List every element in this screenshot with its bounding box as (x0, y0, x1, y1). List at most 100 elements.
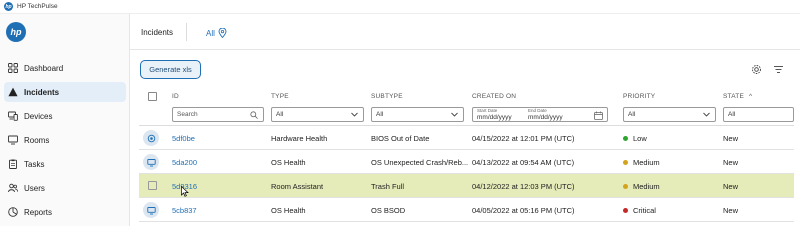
column-header-subtype[interactable]: SUBTYPE (371, 93, 403, 100)
priority-medium-dot (623, 160, 628, 165)
subtype-select-value: All (376, 111, 384, 118)
incident-type: OS Health (271, 158, 306, 167)
column-header-state-label: STATE (723, 93, 744, 100)
priority-select-value: All (628, 111, 636, 118)
sidebar-item-reports[interactable]: Reports (4, 202, 126, 222)
sidebar-item-rooms[interactable]: Rooms (4, 130, 126, 150)
incident-subtype: BIOS Out of Date (371, 134, 430, 143)
users-icon (8, 183, 18, 193)
incident-priority: Critical (633, 206, 656, 215)
sidebar-item-label: Reports (24, 207, 53, 217)
sort-ascending-icon: ^ (749, 93, 753, 100)
tab-divider (186, 23, 187, 41)
table-row[interactable]: 5da200 OS Health OS Unexpected Crash/Reb… (139, 150, 794, 174)
incident-state: New (723, 158, 739, 167)
column-header-created-on[interactable]: CREATED ON (472, 93, 516, 100)
incident-subtype: OS Unexpected Crash/Reb... (371, 158, 469, 167)
chevron-down-icon (451, 112, 458, 117)
row-checkbox[interactable] (148, 181, 157, 190)
sidebar-item-devices[interactable]: Devices (4, 106, 126, 126)
incident-id-link[interactable]: 5da200 (172, 158, 197, 167)
sidebar-item-label: Users (24, 183, 45, 193)
incident-priority: Low (633, 134, 647, 143)
generate-xls-button[interactable]: Generate xls (140, 60, 201, 79)
warning-triangle-icon (8, 87, 18, 97)
incident-priority: Medium (633, 158, 660, 167)
incident-state: New (723, 182, 739, 191)
incident-created: 04/15/2022 at 12:01 PM (UTC) (472, 134, 575, 143)
type-select[interactable]: All (271, 107, 364, 122)
sidebar-nav: Dashboard Incidents Devices Rooms Tasks (0, 58, 130, 226)
sidebar-item-incidents[interactable]: Incidents (4, 82, 126, 102)
incident-state: New (723, 134, 739, 143)
table-row[interactable]: 5cb837 OS Health OS BSOD 04/05/2022 at 0… (139, 198, 794, 222)
incident-priority: Medium (633, 182, 660, 191)
created-date-range[interactable]: Start Date mm/dd/yyyy End Date mm/dd/yyy… (472, 107, 608, 122)
calendar-icon[interactable] (594, 111, 603, 120)
sidebar-item-users[interactable]: Users (4, 178, 126, 198)
chevron-down-icon (703, 112, 710, 117)
title-bar: hp HP TechPulse (0, 0, 800, 14)
column-header-type[interactable]: TYPE (271, 93, 289, 100)
column-header-state[interactable]: STATE ^ (723, 93, 752, 100)
priority-low-dot (623, 136, 628, 141)
devices-icon (8, 111, 18, 121)
id-search-placeholder: Search (177, 111, 198, 118)
monitor-icon (143, 154, 159, 170)
incident-state: New (723, 206, 739, 215)
page-header: Incidents All (130, 14, 800, 50)
sidebar-item-label: Rooms (24, 135, 50, 145)
sidebar-item-label: Incidents (24, 87, 60, 97)
incidents-table: ID TYPE SUBTYPE CREATED ON PRIORITY STAT… (139, 86, 794, 222)
mouse-pointer-icon (181, 186, 189, 197)
grid-icon (8, 63, 18, 73)
sidebar-item-dashboard[interactable]: Dashboard (4, 58, 126, 78)
priority-medium-dot (623, 184, 628, 189)
reports-icon (8, 207, 18, 217)
subtype-select[interactable]: All (371, 107, 464, 122)
end-date-label: End Date (528, 108, 547, 113)
tab-incidents[interactable]: Incidents (141, 28, 173, 37)
sidebar-item-label: Tasks (24, 159, 45, 169)
state-select-value: All (728, 111, 736, 118)
room-icon (8, 135, 18, 145)
start-date-input[interactable]: mm/dd/yyyy (477, 114, 512, 121)
priority-select[interactable]: All (623, 107, 716, 122)
search-icon (250, 111, 258, 119)
state-select[interactable]: All (723, 107, 794, 122)
table-row[interactable]: 5df0be Hardware Health BIOS Out of Date … (139, 126, 794, 150)
clipboard-icon (8, 159, 18, 169)
filter-icon[interactable] (773, 64, 784, 75)
hp-logo-icon[interactable]: hp (6, 22, 26, 42)
column-header-priority[interactable]: PRIORITY (623, 93, 655, 100)
sidebar-item-label: Dashboard (24, 63, 64, 73)
table-row[interactable]: 5d9316 Room Assistant Trash Full 04/12/2… (139, 174, 794, 198)
tab-all[interactable]: All (206, 28, 227, 38)
priority-critical-dot (623, 208, 628, 213)
location-pin-icon (218, 28, 227, 38)
end-date-input[interactable]: mm/dd/yyyy (528, 114, 563, 121)
select-all-checkbox[interactable] (148, 92, 157, 101)
incident-id-link[interactable]: 5cb837 (172, 206, 197, 215)
incident-id-link[interactable]: 5df0be (172, 134, 195, 143)
incident-subtype: Trash Full (371, 182, 405, 191)
gear-icon[interactable] (751, 64, 762, 75)
hp-logo-small-icon: hp (4, 2, 13, 11)
incident-type: Room Assistant (271, 182, 324, 191)
incident-created: 04/13/2022 at 09:54 AM (UTC) (472, 158, 575, 167)
sidebar: hp Dashboard Incidents Devices Rooms Tas… (0, 14, 130, 226)
column-header-id[interactable]: ID (172, 93, 179, 100)
type-select-value: All (276, 111, 284, 118)
tab-all-label: All (206, 28, 215, 38)
incident-created: 04/12/2022 at 12:03 PM (UTC) (472, 182, 575, 191)
incident-type: OS Health (271, 206, 306, 215)
start-date-label: Start Date (477, 108, 498, 113)
incident-type: Hardware Health (271, 134, 328, 143)
room-device-icon (143, 130, 159, 146)
sidebar-item-tasks[interactable]: Tasks (4, 154, 126, 174)
incident-subtype: OS BSOD (371, 206, 406, 215)
sidebar-item-label: Devices (24, 111, 53, 121)
app-title: HP TechPulse (17, 3, 58, 10)
id-search-input[interactable]: Search (172, 107, 264, 122)
incident-created: 04/05/2022 at 05:16 PM (UTC) (472, 206, 575, 215)
